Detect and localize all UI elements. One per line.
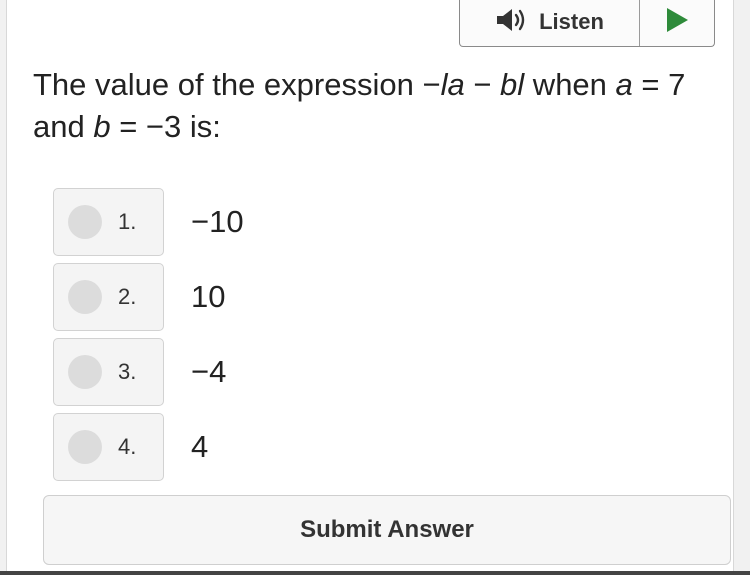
radio-button[interactable] <box>68 205 102 239</box>
choice-1-selector[interactable]: 1. <box>53 188 164 256</box>
choice-3[interactable]: 3. −4 <box>53 337 733 407</box>
radio-button[interactable] <box>68 280 102 314</box>
listen-toolbar: Listen <box>459 0 715 47</box>
choice-4-selector[interactable]: 4. <box>53 413 164 481</box>
choice-2[interactable]: 2. 10 <box>53 262 733 332</box>
choice-answer: −10 <box>191 204 244 239</box>
listen-button[interactable]: Listen <box>460 0 640 46</box>
submit-answer-button[interactable]: Submit Answer <box>43 495 731 565</box>
choice-4[interactable]: 4. 4 <box>53 412 733 482</box>
radio-button[interactable] <box>68 355 102 389</box>
choice-answer: 4 <box>191 429 209 464</box>
play-icon <box>665 7 689 38</box>
speaker-icon <box>495 7 529 38</box>
q-part-4: bl <box>500 67 525 102</box>
choice-3-selector[interactable]: 3. <box>53 338 164 406</box>
q-part-5: when <box>524 67 616 102</box>
bottom-frame <box>0 571 750 575</box>
choice-number: 3. <box>118 359 137 384</box>
choice-answer: −4 <box>191 354 227 389</box>
q-part-1: The value of the expression − <box>33 67 441 102</box>
choice-number: 2. <box>118 284 137 309</box>
play-button[interactable] <box>640 0 714 46</box>
q-part-9: = −3 is: <box>110 109 221 144</box>
radio-button[interactable] <box>68 430 102 464</box>
question-text: The value of the expression −la − bl whe… <box>33 64 733 148</box>
listen-label: Listen <box>539 9 604 34</box>
choice-1[interactable]: 1. −10 <box>53 187 733 257</box>
q-part-3: − <box>464 67 501 102</box>
choice-2-selector[interactable]: 2. <box>53 263 164 331</box>
q-part-2: la <box>440 67 465 102</box>
choice-number: 1. <box>118 209 137 234</box>
left-frame <box>0 0 7 575</box>
q-part-8: b <box>93 109 111 144</box>
choice-answer: 10 <box>191 279 226 314</box>
choice-number: 4. <box>118 434 137 459</box>
right-frame <box>733 0 750 575</box>
q-part-6: a <box>615 67 633 102</box>
